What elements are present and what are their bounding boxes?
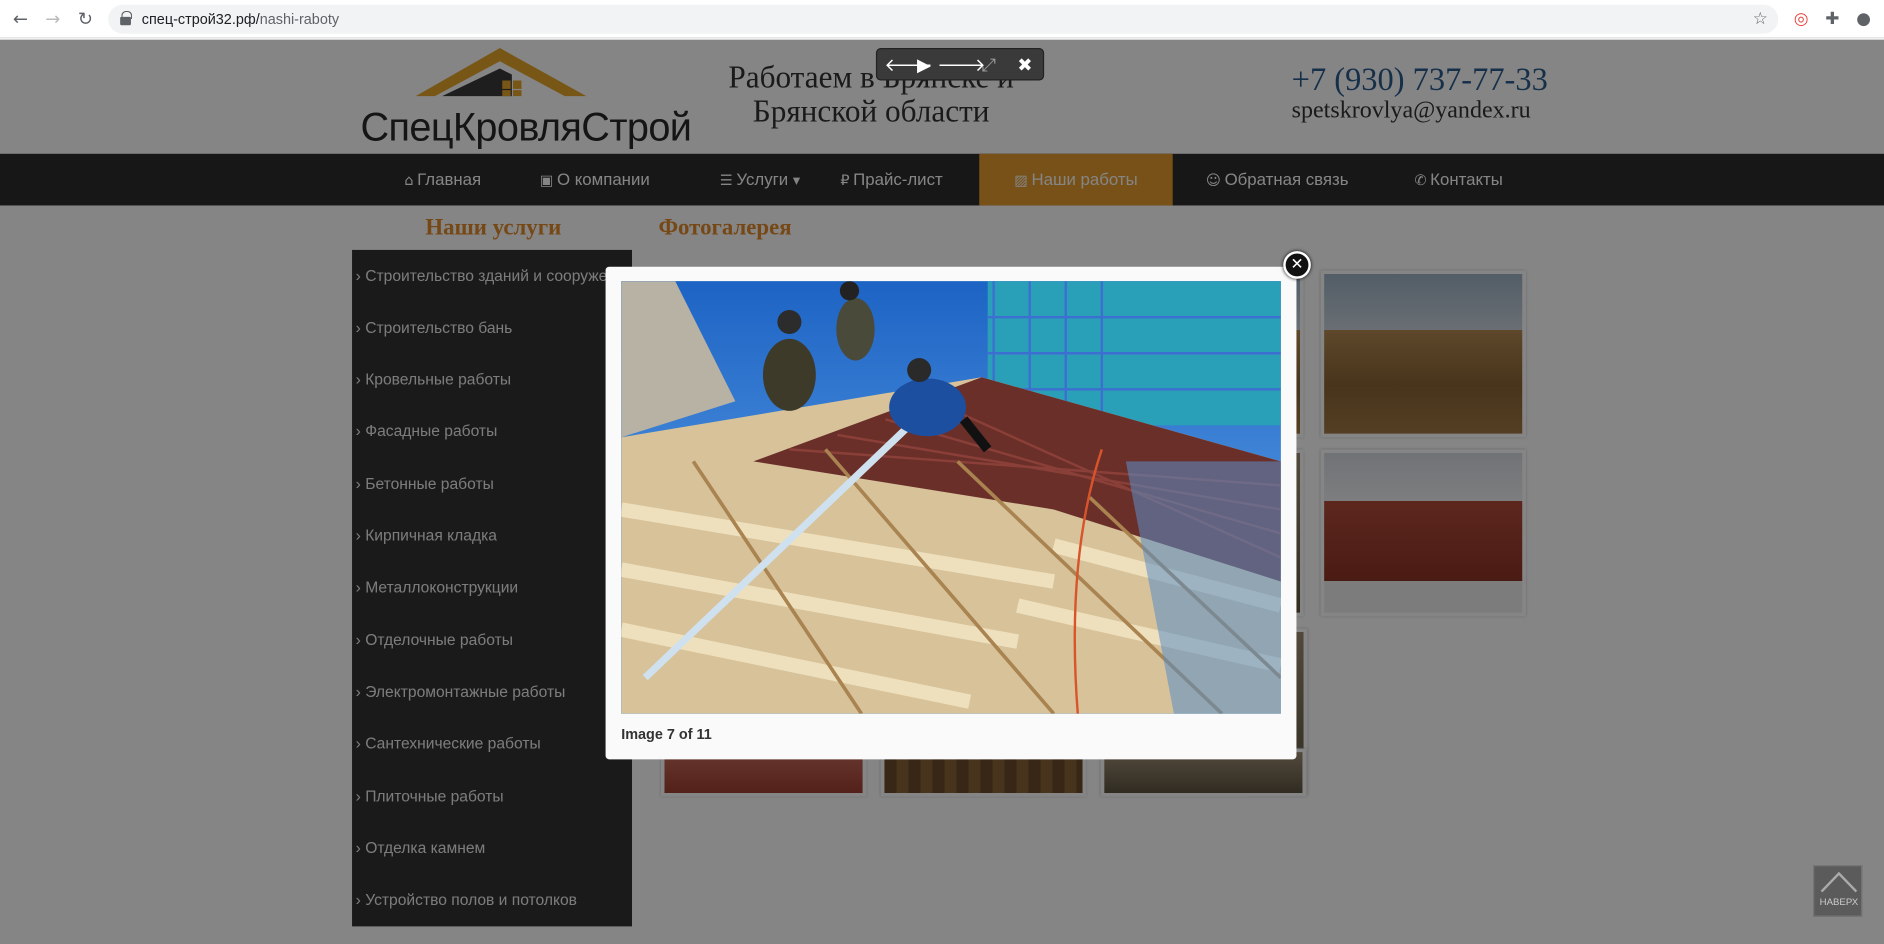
reload-icon[interactable]: ↻: [74, 8, 96, 30]
extension-target-icon[interactable]: ◎: [1790, 8, 1812, 30]
address-bar[interactable]: спец-строй32.рф/nashi-raboty ☆: [108, 4, 1779, 34]
back-to-top-button[interactable]: НАВЕРХ: [1813, 865, 1863, 917]
url-text: спец-строй32.рф/nashi-raboty: [142, 11, 339, 28]
star-icon[interactable]: ☆: [1749, 8, 1771, 30]
forward-icon[interactable]: →: [42, 8, 64, 30]
next-icon[interactable]: 🡒: [937, 49, 985, 81]
fullscreen-icon[interactable]: ⤢: [976, 49, 1002, 81]
lightbox-toolbar: 🡐 ▶ 🡒 ⤢ ✖: [875, 48, 1045, 81]
url-path: nashi-raboty: [259, 10, 340, 28]
back-icon[interactable]: ←: [10, 8, 32, 30]
close-icon[interactable]: ✖: [1012, 49, 1038, 81]
browser-toolbar: ← → ↻ спец-строй32.рф/nashi-raboty ☆ ◎ ✚…: [0, 0, 1884, 39]
extensions-puzzle-icon[interactable]: ✚: [1822, 8, 1844, 30]
url-domain: спец-строй32.рф/: [141, 10, 260, 28]
lightbox-caption: Image 7 of 11: [621, 725, 712, 743]
prev-icon[interactable]: 🡐: [884, 49, 932, 81]
roof-work-photo: [621, 281, 1281, 714]
lightbox-image[interactable]: [621, 281, 1281, 714]
lock-icon: [120, 10, 133, 26]
play-icon[interactable]: ▶: [911, 49, 937, 81]
arrow-up-icon: [1820, 871, 1858, 893]
profile-icon[interactable]: ●: [1853, 8, 1875, 30]
lightbox: Image 7 of 11: [605, 266, 1297, 760]
back-to-top-label: НАВЕРХ: [1819, 896, 1859, 908]
lightbox-close-button[interactable]: ✕: [1283, 251, 1311, 279]
